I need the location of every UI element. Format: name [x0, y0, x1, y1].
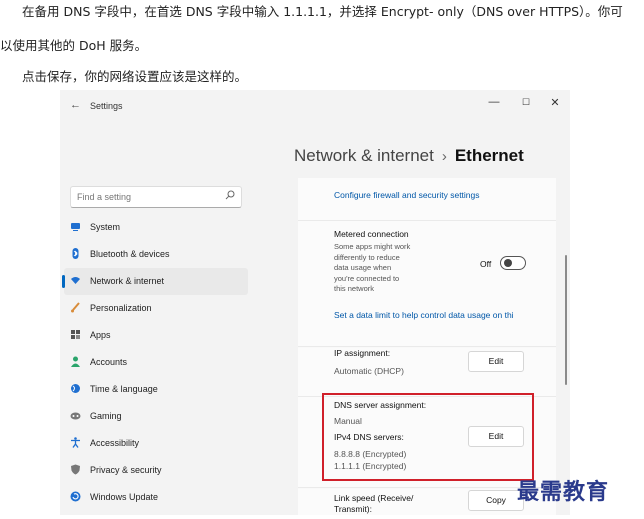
bluetooth-icon — [70, 248, 81, 259]
sidebar-item-label: Accessibility — [90, 438, 140, 448]
sidebar-item-label: Bluetooth & devices — [90, 249, 170, 259]
sidebar-item-label: Gaming — [90, 411, 122, 421]
globe-icon — [70, 383, 81, 394]
ip-edit-button[interactable]: Edit — [468, 351, 524, 372]
sidebar-item-apps[interactable]: Apps — [60, 322, 250, 349]
search-placeholder: Find a setting — [77, 192, 132, 202]
article-paragraph-1-cont: 以使用其他的 DoH 服务。 — [0, 38, 148, 53]
system-icon — [70, 221, 81, 232]
article-paragraph-2: 点击保存，你的网络设置应该是这样的。 — [22, 69, 248, 84]
article-paragraph-1: 在备用 DNS 字段中，在首选 DNS 字段中输入 1.1.1.1，并选择 En… — [22, 4, 623, 19]
brush-icon — [70, 302, 81, 313]
sidebar-item-bluetooth[interactable]: Bluetooth & devices — [60, 241, 250, 268]
metered-connection-description: Some apps might work differently to redu… — [334, 242, 411, 293]
sidebar-item-label: System — [90, 222, 121, 232]
window-title: Settings — [90, 101, 123, 111]
back-arrow-icon[interactable]: ← — [70, 99, 81, 111]
sidebar-item-label: Apps — [90, 330, 111, 340]
sidebar-item-label: Windows Update — [90, 492, 159, 502]
sidebar-nav: System Bluetooth & devices Network & int… — [60, 214, 250, 511]
toggle-state-label: Off — [480, 259, 492, 269]
sidebar-item-windows-update[interactable]: Windows Update — [60, 484, 250, 511]
accessibility-icon — [70, 437, 81, 448]
page-title: Ethernet — [454, 146, 524, 165]
firewall-card: Configure firewall and security settings — [298, 178, 556, 221]
dns-highlight-box — [322, 393, 534, 481]
data-limit-link[interactable]: Set a data limit to help control data us… — [334, 310, 514, 320]
sidebar-item-gaming[interactable]: Gaming — [60, 403, 250, 430]
search-input[interactable]: Find a setting — [70, 186, 242, 208]
sidebar-item-time-language[interactable]: Time & language — [60, 376, 250, 403]
maximize-button[interactable]: ☐ — [517, 97, 535, 108]
settings-window-screenshot: ← Settings — ☐ ✕ Network & internet › Ethe… — [60, 90, 570, 515]
wifi-icon — [70, 275, 81, 286]
sidebar-item-label: Accounts — [90, 357, 128, 367]
sidebar-item-label: Time & language — [90, 384, 158, 394]
sidebar-item-network[interactable]: Network & internet — [62, 268, 248, 295]
sidebar-item-accounts[interactable]: Accounts — [60, 349, 250, 376]
metered-connection-toggle[interactable] — [500, 256, 526, 270]
sidebar-item-personalization[interactable]: Personalization — [60, 295, 250, 322]
person-icon — [70, 356, 81, 367]
search-icon — [225, 190, 235, 203]
active-indicator — [62, 275, 65, 288]
minimize-button[interactable]: — — [485, 96, 503, 108]
apps-icon — [70, 329, 81, 340]
link-speed-title: Link speed (Receive/ Transmit): — [334, 493, 414, 514]
sidebar-item-label: Network & internet — [90, 276, 165, 286]
watermark: 最需教育 — [517, 479, 610, 505]
metered-connection-card: Metered connection Some apps might work … — [298, 221, 556, 347]
ip-assignment-card: IP assignment: Automatic (DHCP) Edit — [298, 348, 556, 397]
scrollbar[interactable] — [565, 255, 567, 385]
update-icon — [70, 491, 81, 502]
breadcrumb-parent[interactable]: Network & internet — [294, 146, 434, 165]
copy-button[interactable]: Copy — [468, 490, 524, 511]
close-button[interactable]: ✕ — [546, 96, 564, 109]
title-bar: ← Settings — ☐ ✕ — [60, 90, 570, 120]
firewall-settings-link[interactable]: Configure firewall and security settings — [334, 190, 480, 200]
ip-assignment-title: IP assignment: — [334, 348, 391, 358]
sidebar-item-system[interactable]: System — [60, 214, 250, 241]
sidebar-item-privacy[interactable]: Privacy & security — [60, 457, 250, 484]
breadcrumb: Network & internet › Ethernet — [294, 146, 524, 166]
gamepad-icon — [70, 410, 81, 421]
ip-assignment-value: Automatic (DHCP) — [334, 366, 404, 376]
shield-icon — [70, 464, 81, 475]
sidebar-item-accessibility[interactable]: Accessibility — [60, 430, 250, 457]
chevron-right-icon: › — [441, 148, 447, 165]
sidebar-item-label: Personalization — [90, 303, 152, 313]
sidebar-item-label: Privacy & security — [90, 465, 162, 475]
metered-connection-title: Metered connection — [334, 229, 409, 239]
